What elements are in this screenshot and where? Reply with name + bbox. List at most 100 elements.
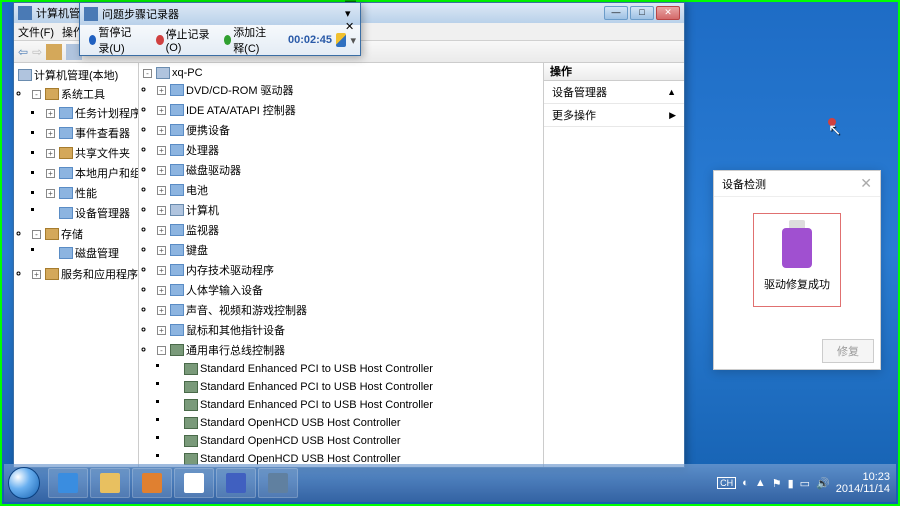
expand-icon[interactable]: + <box>32 270 41 279</box>
tray-clock[interactable]: 10:23 2014/11/14 <box>836 471 890 495</box>
dev-battery[interactable]: +电池 <box>155 181 541 199</box>
usb-device-item[interactable]: Standard Enhanced PCI to USB Host Contro… <box>169 398 541 412</box>
stop-record-button[interactable]: 停止记录(O) <box>151 23 215 57</box>
dev-ide[interactable]: +IDE ATA/ATAPI 控制器 <box>155 101 541 119</box>
back-icon[interactable]: ⇦ <box>18 45 28 59</box>
taskbar-media[interactable] <box>132 468 172 498</box>
usb-device-item[interactable]: Standard OpenHCD USB Host Controller <box>169 434 541 448</box>
tree-root[interactable]: 计算机管理(本地) <box>16 66 136 84</box>
expand-icon[interactable]: + <box>157 306 166 315</box>
expand-icon[interactable]: + <box>157 86 166 95</box>
perf-icon <box>59 187 73 199</box>
taskbar: CH ◐ ▲ ⚑ ▮ ▭ 🔊 10:23 2014/11/14 <box>4 464 896 502</box>
collapse-icon[interactable]: - <box>32 90 41 99</box>
maximize-button[interactable]: □ <box>630 6 654 20</box>
expand-icon[interactable]: + <box>157 326 166 335</box>
tree-perf[interactable]: +性能 <box>44 184 136 202</box>
expand-icon[interactable]: + <box>157 186 166 195</box>
forward-icon[interactable]: ⇨ <box>32 45 42 59</box>
dev-cpu[interactable]: +处理器 <box>155 141 541 159</box>
expand-icon[interactable]: + <box>157 226 166 235</box>
tree-storage[interactable]: -存储 <box>30 225 136 243</box>
expand-icon[interactable]: + <box>46 189 55 198</box>
collapse-icon[interactable]: - <box>157 346 166 355</box>
expand-icon[interactable]: + <box>157 286 166 295</box>
expand-icon[interactable]: + <box>46 149 55 158</box>
add-comment-button[interactable]: 添加注释(C) <box>219 21 282 59</box>
dev-portable[interactable]: +便携设备 <box>155 121 541 139</box>
dev-keyboard[interactable]: +键盘 <box>155 241 541 259</box>
tree-devmgr[interactable]: 设备管理器 <box>44 204 136 222</box>
fix-button[interactable]: 修复 <box>822 339 874 363</box>
expand-icon[interactable]: + <box>157 206 166 215</box>
event-icon <box>59 127 73 139</box>
expand-icon[interactable]: + <box>157 126 166 135</box>
rec-menu-dropdown[interactable]: ▾ <box>350 34 356 47</box>
expand-icon[interactable]: + <box>157 146 166 155</box>
rec-dropdown-button[interactable]: ▾ <box>345 7 356 20</box>
menu-file[interactable]: 文件(F) <box>18 24 54 40</box>
start-button[interactable] <box>4 464 44 502</box>
folder-icon <box>100 473 120 493</box>
dev-root[interactable]: -xq-PC <box>141 66 541 80</box>
shield-icon[interactable] <box>336 33 346 47</box>
expand-icon[interactable]: + <box>157 166 166 175</box>
close-button[interactable]: ✕ <box>656 6 680 20</box>
rec-close-button[interactable]: ✕ <box>345 20 356 33</box>
tree-systools[interactable]: -系统工具 <box>30 85 136 103</box>
minimize-button[interactable]: — <box>604 6 628 20</box>
usb-device-item[interactable]: Standard Enhanced PCI to USB Host Contro… <box>169 362 541 376</box>
expand-icon[interactable]: + <box>157 266 166 275</box>
tray-network-icon[interactable]: ▮ <box>788 477 794 490</box>
collapse-icon[interactable]: - <box>143 69 152 78</box>
expand-icon[interactable]: + <box>157 106 166 115</box>
tray-lang-icon[interactable]: CH <box>717 477 736 489</box>
dev-sound[interactable]: +声音、视频和游戏控制器 <box>155 301 541 319</box>
usb-device-item[interactable]: Standard Enhanced PCI to USB Host Contro… <box>169 380 541 394</box>
actions-devmgr[interactable]: 设备管理器▲ <box>544 81 684 104</box>
taskbar-ie[interactable] <box>48 468 88 498</box>
usb-device-icon <box>184 417 198 429</box>
actions-more[interactable]: 更多操作▶ <box>544 104 684 127</box>
tree-services[interactable]: +服务和应用程序 <box>30 265 136 283</box>
detect-title: 设备检测 <box>722 176 766 192</box>
rec-minimize-button[interactable]: — <box>345 0 356 7</box>
tray-volume-icon[interactable]: 🔊 <box>816 477 830 490</box>
tree-shared[interactable]: +共享文件夹 <box>44 144 136 162</box>
dev-monitor[interactable]: +监视器 <box>155 221 541 239</box>
expand-icon[interactable]: + <box>46 129 55 138</box>
expand-icon[interactable]: + <box>157 246 166 255</box>
tree-diskmgmt[interactable]: 磁盘管理 <box>44 244 136 262</box>
actions-header: 操作 <box>544 63 684 81</box>
detect-close-button[interactable]: ✕ <box>860 175 872 192</box>
rec-toolbar: 暂停记录(U) 停止记录(O) 添加注释(C) 00:02:45 ▾ <box>80 25 360 55</box>
media-icon <box>142 473 162 493</box>
tree-eventviewer[interactable]: +事件查看器 <box>44 124 136 142</box>
taskbar-explorer[interactable] <box>90 468 130 498</box>
dev-hid[interactable]: +人体学输入设备 <box>155 281 541 299</box>
expand-icon[interactable]: + <box>46 169 55 178</box>
collapse-icon[interactable]: - <box>32 230 41 239</box>
dev-mouse[interactable]: +鼠标和其他指针设备 <box>155 321 541 339</box>
dev-disk[interactable]: +磁盘驱动器 <box>155 161 541 179</box>
app-icon <box>268 473 288 493</box>
tray-battery-icon[interactable]: ▭ <box>800 477 810 490</box>
usb-device-item[interactable]: Standard OpenHCD USB Host Controller <box>169 416 541 430</box>
pause-record-button[interactable]: 暂停记录(U) <box>84 21 147 59</box>
taskbar-app3[interactable] <box>258 468 298 498</box>
taskbar-app2[interactable] <box>216 468 256 498</box>
dev-usb-controllers[interactable]: -通用串行总线控制器 <box>155 341 541 359</box>
tree-tasksched[interactable]: +任务计划程序 <box>44 104 136 122</box>
tray-action-center-icon[interactable]: ⚑ <box>772 477 782 490</box>
storage-icon <box>45 228 59 240</box>
tree-users[interactable]: +本地用户和组 <box>44 164 136 182</box>
toolbar-btn[interactable] <box>46 44 62 60</box>
taskbar-app1[interactable] <box>174 468 214 498</box>
stop-icon <box>156 35 163 45</box>
dev-computer[interactable]: +计算机 <box>155 201 541 219</box>
expand-icon[interactable]: + <box>46 109 55 118</box>
tray-icon[interactable]: ▲ <box>755 477 766 489</box>
dev-dvd[interactable]: +DVD/CD-ROM 驱动器 <box>155 81 541 99</box>
tray-icon[interactable]: ◐ <box>742 477 749 489</box>
dev-memtech[interactable]: +内存技术驱动程序 <box>155 261 541 279</box>
